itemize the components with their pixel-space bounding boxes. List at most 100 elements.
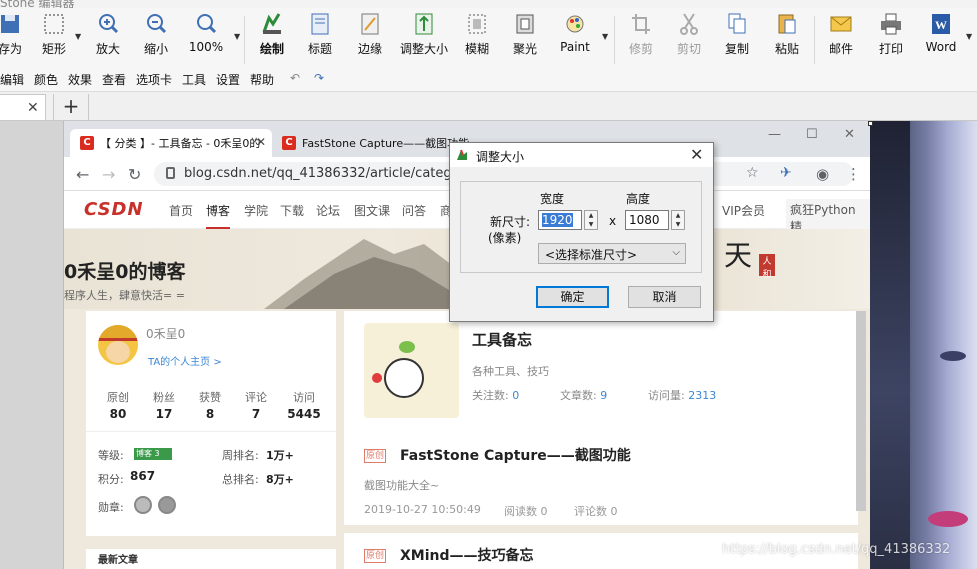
nav-item: 问答 [402,204,427,218]
url-text: blog.csdn.net/qq_41386332/article/catego… [184,166,494,181]
menu-settings[interactable]: 设置 [216,71,240,88]
forward-icon: → [102,165,116,184]
toolbar-separator [244,16,245,64]
stat-value: 5445 [287,407,321,421]
app-icon [457,149,467,160]
blur-button[interactable]: 模糊 [462,10,492,66]
word-icon: W [932,14,950,34]
edge-button[interactable]: 边缘 [354,10,386,66]
avatar [98,325,138,365]
total-rank: 8万+ [266,473,294,486]
menu-view[interactable]: 查看 [102,71,126,88]
browser-scrollbar [856,311,866,511]
resize-button[interactable]: 调整大小 [398,10,450,66]
close-tab-icon[interactable]: ✕ [27,100,39,116]
paste-button[interactable]: 粘贴 [772,10,802,66]
zoom-out-button[interactable]: 缩小 [140,10,172,66]
zoom-100-icon [197,14,217,34]
csdn-logo: CSDN [84,199,144,220]
new-tab-button[interactable]: + [53,94,89,120]
level-label: 等级: [98,449,124,462]
chevron-down-icon: ⌵ [672,247,680,258]
menu-tabs[interactable]: 选项卡 [136,71,172,88]
level-badge: 博客 3 [134,448,172,460]
stat-label: 访问 [293,391,315,404]
cancel-button[interactable]: 取消 [628,286,701,308]
svg-text:W: W [935,18,947,32]
calligraphy: 天 [724,239,753,272]
crop-button[interactable]: 修剪 [626,10,656,66]
more-icon: ⋮ [846,165,861,183]
profile-link: TA的个人主页 > [148,357,222,368]
articles-stat: 文章数: 9 [560,389,608,402]
stat-value: 17 [155,407,173,421]
red-seal: 人和 [759,254,775,280]
lock-icon [166,167,175,179]
browser-tab-title: 【 分类 】- 工具备忘 - 0禾呈0的 [100,137,261,150]
paint-button[interactable]: Paint [558,10,592,66]
height-spinner[interactable]: ▲ ▼ [671,210,685,230]
category-image [364,323,459,418]
draw-icon [262,13,281,34]
medal-icon [134,496,152,514]
height-input[interactable]: 1080 [625,210,669,230]
zoom-in-button[interactable]: 放大 [92,10,124,66]
portrait-photo [870,121,977,569]
menu-help[interactable]: 帮助 [250,71,274,88]
selection-handle[interactable] [868,121,873,126]
paint-dropdown-arrow[interactable]: ▼ [602,32,608,41]
word-dropdown-arrow[interactable]: ▼ [966,32,972,41]
menu-effects[interactable]: 效果 [68,71,92,88]
resize-dialog: 调整大小 ✕ 宽度 高度 新尺寸: (像素) 1920 ▲ ▼ x 1080 ▲ ▼… [449,142,714,322]
mail-button[interactable]: 邮件 [826,10,856,66]
nav-item: 博客 [206,202,231,229]
follow-stat: 关注数: 0 [472,389,520,402]
toolbar: 存为 矩形 ▼ 放大 缩小 100% ▼ 绘制 标题 边缘 调整大小 模糊 聚光… [0,8,977,66]
width-input[interactable]: 1920 [538,210,582,230]
dialog-titlebar[interactable]: 调整大小 ✕ [450,143,713,167]
draw-button[interactable]: 绘制 [256,10,288,66]
rectangle-select-button[interactable]: 矩形 [36,10,72,66]
undo-icon[interactable]: ↶ [290,71,300,85]
total-rank-label: 总排名: [222,473,259,486]
menu-tools[interactable]: 工具 [182,71,206,88]
menu-bar: 编辑 颜色 效果 查看 选项卡 工具 设置 帮助 ↶ ↷ [0,66,977,92]
week-rank: 1万+ [266,449,294,462]
word-button[interactable]: W Word [922,10,960,66]
medals-label: 勋章: [98,501,124,514]
blog-subtitle: 程序人生，肆意快活= = [64,289,185,302]
width-label: 宽度 [540,192,565,206]
article-card: 原创 FastStone Capture——截图功能 截图功能大全~ 2019-… [344,433,858,525]
zoom-100-button[interactable]: 100% [188,10,224,66]
document-tab[interactable]: ✕ [0,94,46,120]
menu-edit[interactable]: 编辑 [0,71,24,88]
copy-button[interactable]: 复制 [722,10,752,66]
print-button[interactable]: 打印 [876,10,906,66]
browser-tab: C FastStone Capture——截图功能 [272,129,472,157]
category-card: 工具备忘 各种工具、技巧 关注数: 0 文章数: 9 访问量: 2313 [344,311,858,433]
window-title: Stone 编辑器 [0,0,75,10]
rect-select-icon [44,14,64,34]
article-comments: 评论数 0 [574,505,618,518]
mail-icon [830,16,852,32]
save-as-button[interactable]: 存为 [0,10,30,66]
zoom-dropdown-arrow[interactable]: ▼ [234,32,240,41]
spotlight-button[interactable]: 聚光 [510,10,540,66]
width-spinner[interactable]: ▲ ▼ [584,210,598,230]
stat-label: 原创 [107,391,129,404]
ok-button[interactable]: 确定 [536,286,609,308]
cut-button[interactable]: 剪切 [674,10,704,66]
close-icon[interactable]: ✕ [690,145,703,164]
stat-value: 7 [251,407,261,421]
redo-icon[interactable]: ↷ [314,71,324,85]
select-dropdown-arrow[interactable]: ▼ [75,32,81,41]
cut-icon [680,13,698,35]
recent-articles-heading: 最新文章 [86,549,336,569]
caption-button[interactable]: 标题 [304,10,336,66]
browser-tab-active: C 【 分类 】- 工具备忘 - 0禾呈0的 ✕ [70,129,272,157]
star-icon: ☆ [746,165,759,181]
week-rank-label: 周排名: [222,449,259,462]
nav-item: 下载 [280,204,305,218]
standard-size-select[interactable]: <选择标准尺寸> ⌵ [538,243,686,264]
menu-color[interactable]: 颜色 [34,71,58,88]
